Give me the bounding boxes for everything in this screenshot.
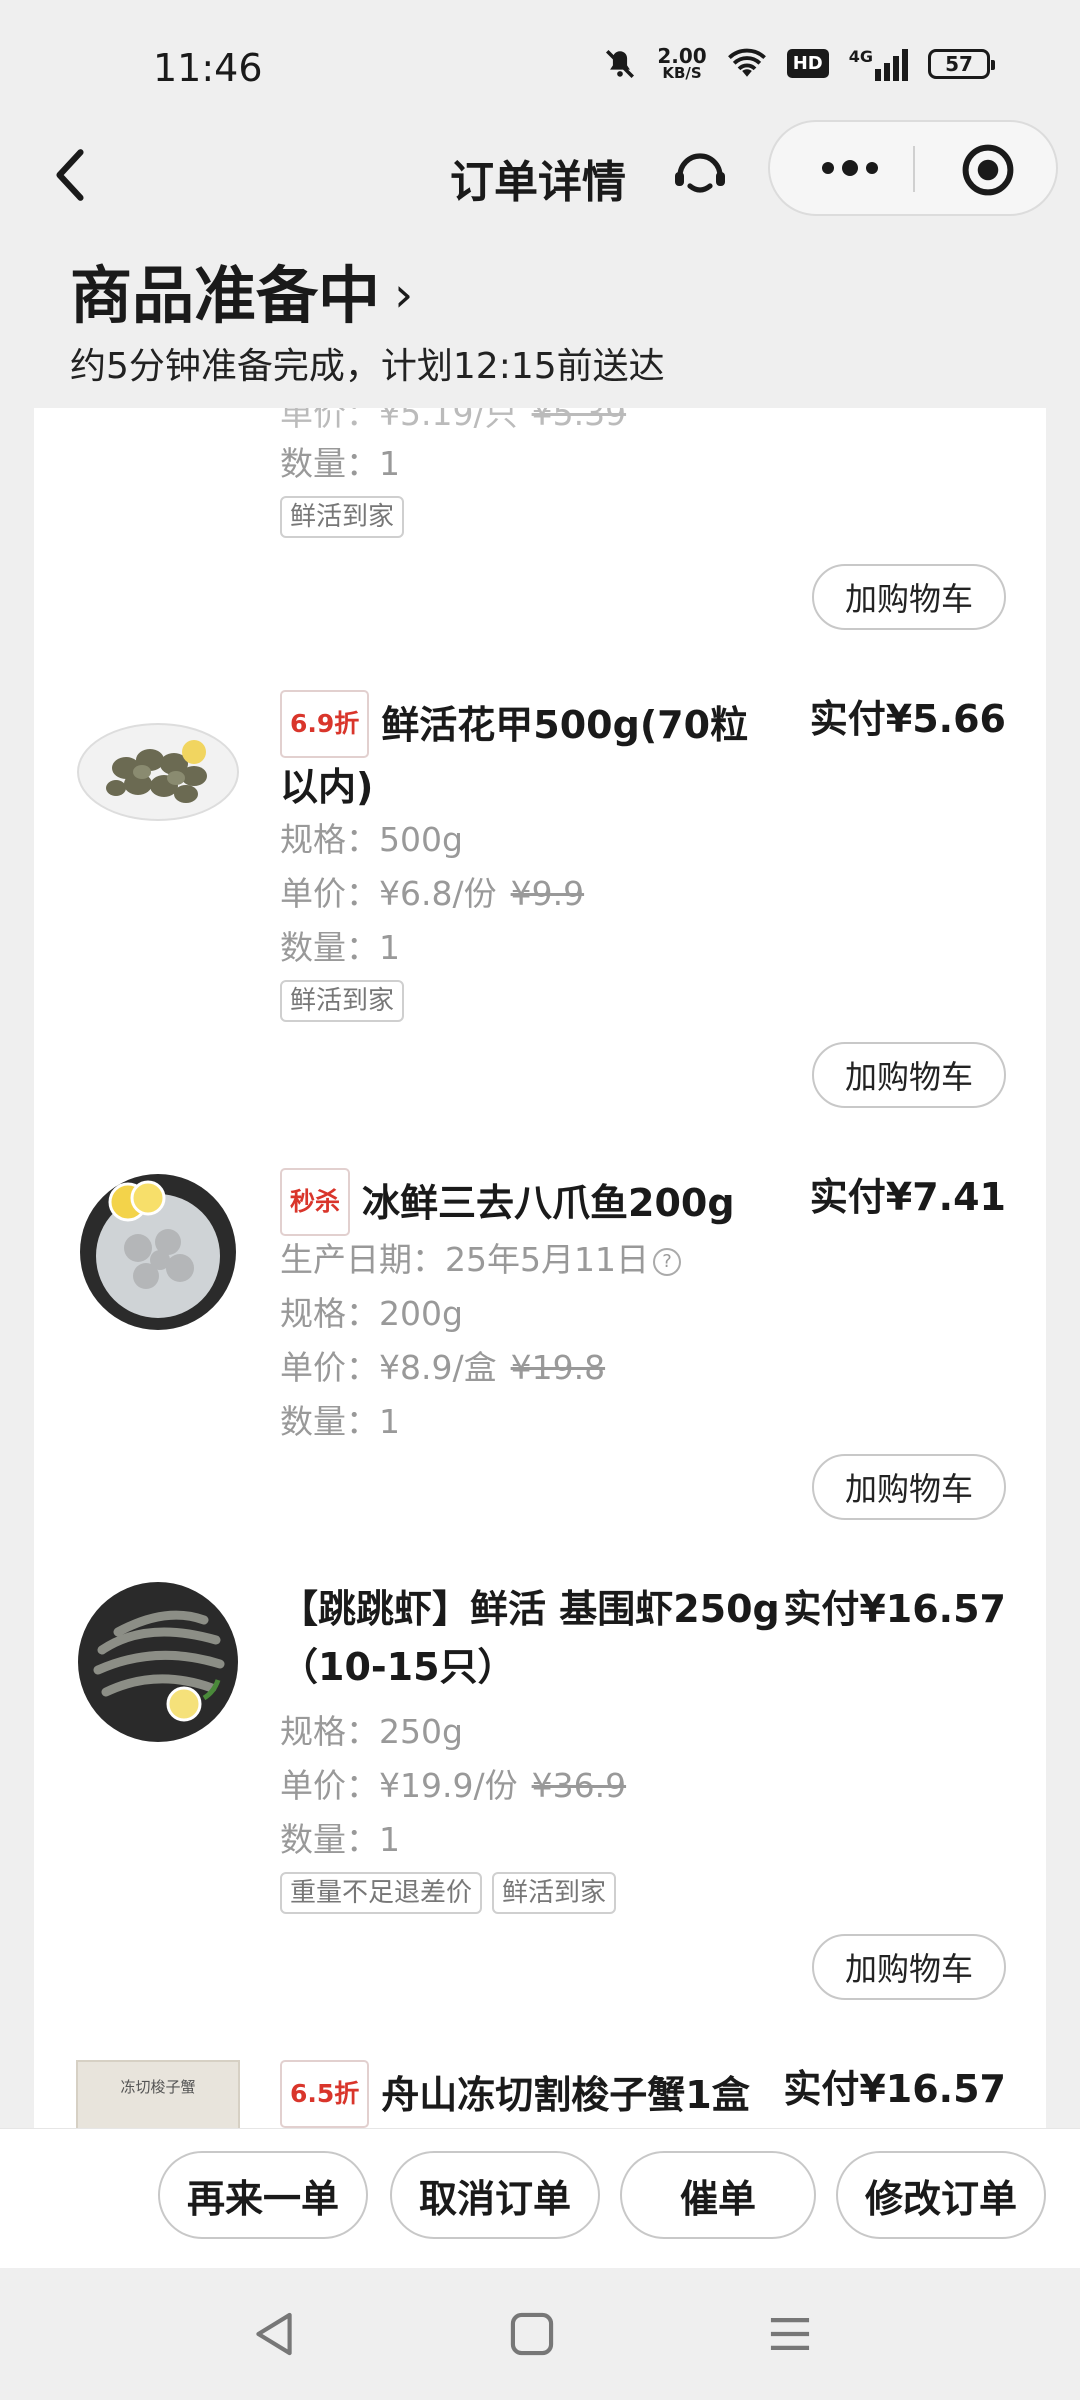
order-items-card: 单价：¥5.19/只 ¥5.39 数量：1 鲜活到家 加购物车 6.9折 鲜活花甲5… <box>34 408 1046 2128</box>
system-nav-bar <box>0 2268 1080 2400</box>
item-quantity: 数量：1 <box>280 444 400 483</box>
octopus-product-image[interactable] <box>76 1168 240 1332</box>
item-badges: 重量不足退差价 鲜活到家 <box>280 1872 626 1914</box>
cell-signal: 4G <box>849 47 908 81</box>
item-badge: 鲜活到家 <box>280 980 405 1022</box>
item-paid-price: 实付¥7.41 <box>809 1175 1006 1219</box>
modify-order-button[interactable]: 修改订单 <box>836 2151 1046 2239</box>
flash-sale-tag: 秒杀 <box>280 1168 351 1236</box>
order-status-title: 商品准备中 <box>70 259 381 332</box>
reorder-button[interactable]: 再来一单 <box>158 2151 368 2239</box>
item-unit-price: 单价：¥5.19/只 ¥5.39 <box>280 408 627 433</box>
customer-service-icon[interactable] <box>670 146 730 206</box>
screen: 11:46 2.00 KB/S HD 4G 57 订单详情 商品准备中 › 约5… <box>0 0 1080 2400</box>
net-speed-unit: KB/S <box>662 64 702 82</box>
dot-icon <box>866 162 878 174</box>
page-title: 订单详情 <box>450 157 626 208</box>
add-to-cart-button[interactable]: 加购物车 <box>812 1042 1006 1108</box>
item-name[interactable]: 秒杀 冰鲜三去八爪鱼200g <box>280 1168 780 1236</box>
menu-icon[interactable] <box>764 2308 816 2360</box>
help-icon[interactable]: ? <box>652 1248 681 1276</box>
item-paid-price: 实付¥16.57 <box>783 2067 1006 2111</box>
status-icons: 2.00 KB/S HD 4G 57 <box>603 46 995 81</box>
item-quantity: 数量：1 <box>280 1402 400 1441</box>
crab-box-label: 冻切梭子蟹 <box>120 2078 196 2096</box>
add-to-cart-button[interactable]: 加购物车 <box>812 1934 1006 2000</box>
item-badges: 鲜活到家 <box>280 496 414 538</box>
home-square-icon[interactable] <box>506 2308 558 2360</box>
shrimp-product-image[interactable] <box>76 1580 240 1744</box>
nav-bar: 订单详情 <box>0 120 1080 230</box>
item-paid-price: 实付¥5.66 <box>809 697 1006 741</box>
item-production-date: 生产日期：25年5月11日? <box>280 1240 681 1280</box>
hd-badge: HD <box>786 49 829 78</box>
battery-level: 57 <box>945 51 973 76</box>
wifi-icon <box>727 48 766 77</box>
item-unit-price: 单价：¥19.9/份 ¥36.9 <box>280 1766 627 1805</box>
dot-icon <box>822 162 834 174</box>
item-spec: 规格：200g <box>280 1294 463 1333</box>
item-badges: 鲜活到家 <box>280 980 414 1022</box>
battery-icon: 57 <box>928 48 995 79</box>
clams-product-image[interactable] <box>76 690 240 854</box>
add-to-cart-button[interactable]: 加购物车 <box>812 1454 1006 1520</box>
net-speed-value: 2.00 <box>657 44 707 68</box>
net-speed: 2.00 KB/S <box>657 46 706 81</box>
item-paid-price: 实付¥16.57 <box>783 1587 1006 1631</box>
dot-icon <box>842 160 858 176</box>
signal-bars-icon <box>875 47 908 81</box>
order-status[interactable]: 商品准备中 › <box>70 245 413 335</box>
cancel-order-button[interactable]: 取消订单 <box>390 2151 600 2239</box>
add-to-cart-button[interactable]: 加购物车 <box>812 564 1006 630</box>
bell-muted-icon <box>606 49 635 78</box>
status-time: 11:46 <box>153 46 263 90</box>
crab-product-image[interactable]: 冻切梭子蟹 <box>76 2060 240 2128</box>
item-spec: 规格：250g <box>280 1712 463 1751</box>
network-type: 4G <box>848 46 873 66</box>
delivery-estimate: 约5分钟准备完成，计划12:15前送达 <box>70 346 665 387</box>
miniprogram-capsule <box>768 120 1058 216</box>
item-badge: 鲜活到家 <box>280 496 405 538</box>
chevron-right-icon: › <box>394 267 414 323</box>
item-name[interactable]: 6.5折 舟山冻切割梭子蟹1盒 <box>280 2060 800 2128</box>
back-triangle-icon[interactable] <box>248 2308 300 2360</box>
item-quantity: 数量：1 <box>280 1820 400 1859</box>
capsule-divider <box>913 146 915 192</box>
item-unit-price: 单价：¥8.9/盒 ¥19.8 <box>280 1348 606 1387</box>
item-badge: 重量不足退差价 <box>280 1872 483 1914</box>
item-name[interactable]: 6.9折 鲜活花甲500g(70粒以内) <box>280 690 780 816</box>
order-action-bar: 再来一单 取消订单 催单 修改订单 <box>0 2128 1080 2269</box>
item-spec: 规格：500g <box>280 820 463 859</box>
back-button[interactable] <box>40 140 100 210</box>
status-bar: 11:46 2.00 KB/S HD 4G 57 <box>0 0 1080 130</box>
item-badge: 鲜活到家 <box>492 1872 617 1914</box>
urge-order-button[interactable]: 催单 <box>620 2151 816 2239</box>
close-miniprogram-icon[interactable] <box>960 142 1016 198</box>
item-quantity: 数量：1 <box>280 928 400 967</box>
item-unit-price: 单价：¥6.8/份 ¥9.9 <box>280 874 585 913</box>
discount-tag: 6.9折 <box>280 690 370 758</box>
more-button[interactable] <box>810 148 890 188</box>
item-name[interactable]: 【跳跳虾】鲜活 基围虾250g（10-15只） <box>280 1580 780 1696</box>
chevron-left-icon <box>56 149 84 201</box>
discount-tag: 6.5折 <box>280 2060 370 2128</box>
